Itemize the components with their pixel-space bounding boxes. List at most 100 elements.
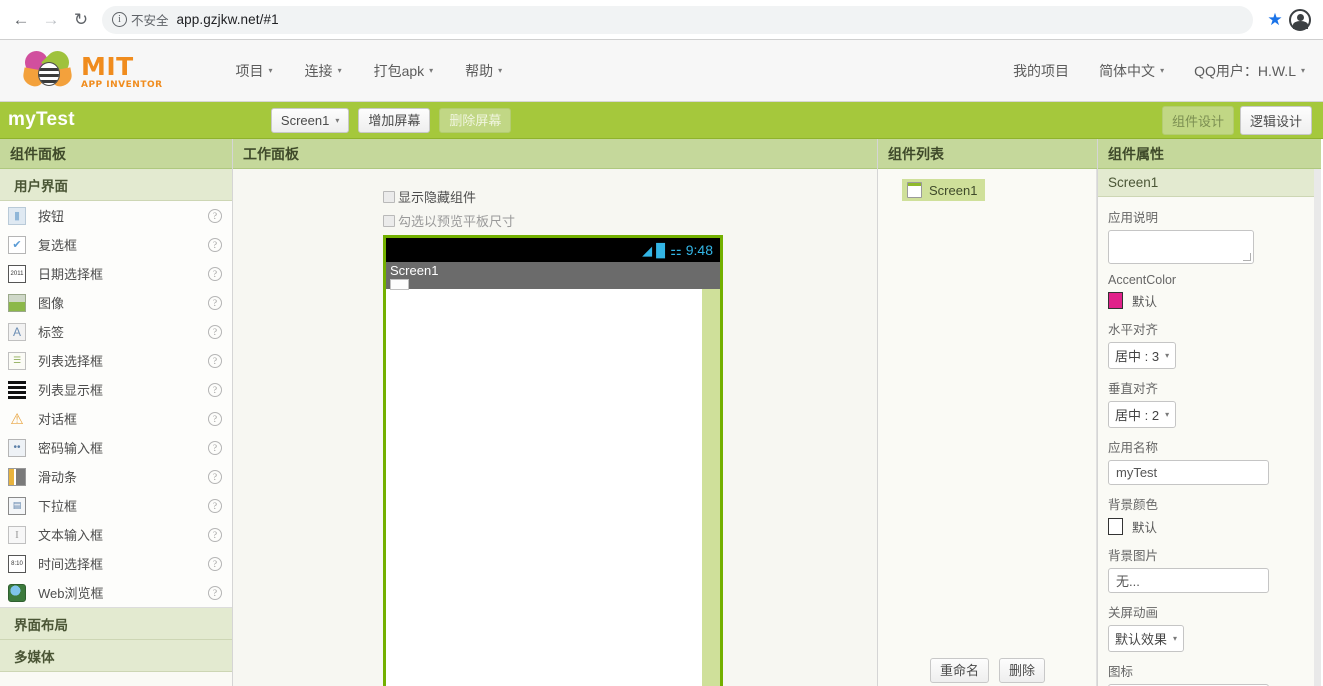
palette-item-listpicker[interactable]: ☰ 列表选择框 ? (0, 346, 232, 375)
forward-button[interactable]: → (36, 5, 66, 35)
my-projects-link[interactable]: 我的项目 (1013, 61, 1069, 81)
screen-dropdown-label: Screen1 (280, 112, 330, 128)
language-selector[interactable]: 简体中文 ▾ (1099, 61, 1164, 81)
background-color-swatch[interactable] (1108, 518, 1123, 535)
menu-label: 打包apk (373, 62, 425, 79)
help-icon[interactable]: ? (208, 295, 222, 310)
palette-item-checkbox[interactable]: ✔ 复选框 ? (0, 230, 232, 259)
blocks-view-button[interactable]: 逻辑设计 (1239, 105, 1312, 135)
show-hidden-components-row[interactable]: 显示隐藏组件 (383, 187, 877, 206)
address-bar[interactable]: i 不安全 app.gzjkw.net/#1 (102, 5, 1253, 34)
background-color-picker[interactable]: 默认 (1108, 517, 1311, 536)
app-name-input[interactable]: myTest (1108, 460, 1269, 485)
palette-item-webviewer[interactable]: Web浏览框 ? (0, 578, 232, 607)
palette-section-layout[interactable]: 界面布局 (0, 608, 232, 640)
back-button[interactable]: ← (6, 5, 36, 35)
phone-canvas[interactable] (386, 279, 720, 686)
project-toolbar: myTest Screen1 ▾ 增加屏幕 删除屏幕 组件设计 逻辑设计 (0, 102, 1323, 139)
palette-section-media[interactable]: 多媒体 (0, 640, 232, 672)
palette-item-timepicker[interactable]: 8:10 时间选择框 ? (0, 549, 232, 578)
accent-color-swatch[interactable] (1108, 292, 1123, 309)
tablet-preview-row[interactable]: 勾选以预览平板尺寸 (383, 211, 877, 230)
palette-item-button[interactable]: ▮ 按钮 ? (0, 201, 232, 230)
security-chip[interactable]: i 不安全 (112, 10, 169, 29)
tablet-preview-checkbox[interactable] (383, 214, 395, 227)
selected-component-name: Screen1 (1098, 169, 1321, 197)
palette-item-label: 滑动条 (38, 470, 78, 485)
palette-item-datepicker[interactable]: 2011 日期选择框 ? (0, 259, 232, 288)
app-name-value: myTest (1116, 465, 1158, 480)
property-label-icon: 图标 (1108, 665, 1134, 679)
palette-item-textbox[interactable]: I 文本输入框 ? (0, 520, 232, 549)
menu-item-connect[interactable]: 连接 ▾ (305, 61, 342, 81)
help-icon[interactable]: ? (208, 556, 222, 571)
placeholder-component[interactable] (390, 279, 409, 290)
palette-item-spinner[interactable]: ▤ 下拉框 ? (0, 491, 232, 520)
show-hidden-checkbox[interactable] (383, 190, 395, 203)
help-icon[interactable]: ? (208, 266, 222, 281)
language-label: 简体中文 (1099, 62, 1156, 79)
help-icon[interactable]: ? (208, 498, 222, 513)
bookmark-star-icon[interactable]: ★ (1261, 10, 1289, 30)
designer-view-button[interactable]: 组件设计 (1161, 105, 1234, 135)
close-animation-select[interactable]: 默认效果 ▾ (1108, 625, 1185, 652)
help-icon[interactable]: ? (208, 411, 222, 426)
help-icon[interactable]: ? (208, 469, 222, 484)
align-horizontal-select[interactable]: 居中 : 3 ▾ (1108, 342, 1177, 369)
palette-item-list: ▮ 按钮 ? ✔ 复选框 ? 2011 日期选择框 ? 图像 ? A 标签 ? … (0, 201, 232, 608)
add-screen-button[interactable]: 增加屏幕 (358, 107, 431, 133)
palette-item-label[interactable]: A 标签 ? (0, 317, 232, 346)
close-animation-value: 默认效果 (1115, 632, 1168, 647)
screen-dropdown[interactable]: Screen1 ▾ (270, 107, 350, 133)
chevron-down-icon: ▾ (268, 66, 273, 75)
palette-item-listview[interactable]: 列表显示框 ? (0, 375, 232, 404)
help-icon[interactable]: ? (208, 353, 222, 368)
app-header: MIT APP INVENTOR 项目 ▾ 连接 ▾ 打包apk ▾ 帮助 ▾ … (0, 40, 1323, 102)
property-label-accent-color: AccentColor (1108, 273, 1177, 287)
accent-color-value: 默认 (1132, 295, 1158, 309)
chevron-down-icon: ▾ (1173, 634, 1178, 643)
remove-screen-button[interactable]: 删除屏幕 (439, 107, 512, 133)
palette-item-image[interactable]: 图像 ? (0, 288, 232, 317)
user-account-menu[interactable]: QQ用户：H.W.L ▾ (1194, 61, 1305, 81)
menu-item-projects[interactable]: 项目 ▾ (236, 61, 273, 81)
delete-component-button[interactable]: 删除 (999, 658, 1046, 683)
palette-item-label: 列表选择框 (38, 354, 104, 369)
help-icon[interactable]: ? (208, 237, 222, 252)
help-icon[interactable]: ? (208, 208, 222, 223)
profile-avatar-icon[interactable] (1289, 8, 1311, 31)
tree-item-screen1[interactable]: Screen1 (902, 179, 986, 201)
help-icon[interactable]: ? (208, 440, 222, 455)
add-screen-label: 增加屏幕 (368, 112, 421, 128)
align-vertical-select[interactable]: 居中 : 2 ▾ (1108, 401, 1177, 428)
menu-item-build-apk[interactable]: 打包apk ▾ (374, 61, 434, 81)
palette-section-user-interface[interactable]: 用户界面 (0, 169, 232, 201)
textbox-icon: I (8, 525, 26, 544)
rename-component-button[interactable]: 重命名 (929, 658, 989, 683)
help-icon[interactable]: ? (208, 527, 222, 542)
accent-color-picker[interactable]: 默认 (1108, 291, 1311, 310)
spinner-icon: ▤ (8, 496, 26, 515)
property-label-about-screen: 应用说明 (1108, 211, 1159, 225)
mit-app-inventor-logo[interactable]: MIT APP INVENTOR (20, 45, 163, 93)
phone-preview[interactable]: ◢ ▉ ⚏ 9:48 Screen1 (383, 235, 723, 686)
about-screen-textarea[interactable] (1108, 230, 1254, 264)
help-icon[interactable]: ? (208, 585, 222, 600)
menu-item-help[interactable]: 帮助 ▾ (465, 61, 502, 81)
background-image-input[interactable]: 无... (1108, 568, 1269, 593)
project-title: myTest (8, 109, 75, 130)
screen-icon (907, 182, 922, 198)
help-icon[interactable]: ? (208, 382, 222, 397)
palette-scroll-area[interactable]: 用户界面 ▮ 按钮 ? ✔ 复选框 ? 2011 日期选择框 ? 图像 ? A … (0, 169, 232, 686)
palette-item-passwordtextbox[interactable]: •• 密码输入框 ? (0, 433, 232, 462)
property-label-align-horizontal: 水平对齐 (1108, 323, 1159, 337)
reload-button[interactable]: ↻ (66, 5, 96, 35)
palette-item-notifier[interactable]: ⚠ 对话框 ? (0, 404, 232, 433)
canvas-scrollbar[interactable] (702, 289, 720, 686)
palette-item-label: 下拉框 (38, 499, 78, 514)
help-icon[interactable]: ? (208, 324, 222, 339)
properties-scrollbar[interactable] (1314, 169, 1321, 686)
palette-item-slider[interactable]: 滑动条 ? (0, 462, 232, 491)
palette-item-label: 密码输入框 (38, 441, 104, 456)
tree-item-label: Screen1 (929, 182, 978, 198)
